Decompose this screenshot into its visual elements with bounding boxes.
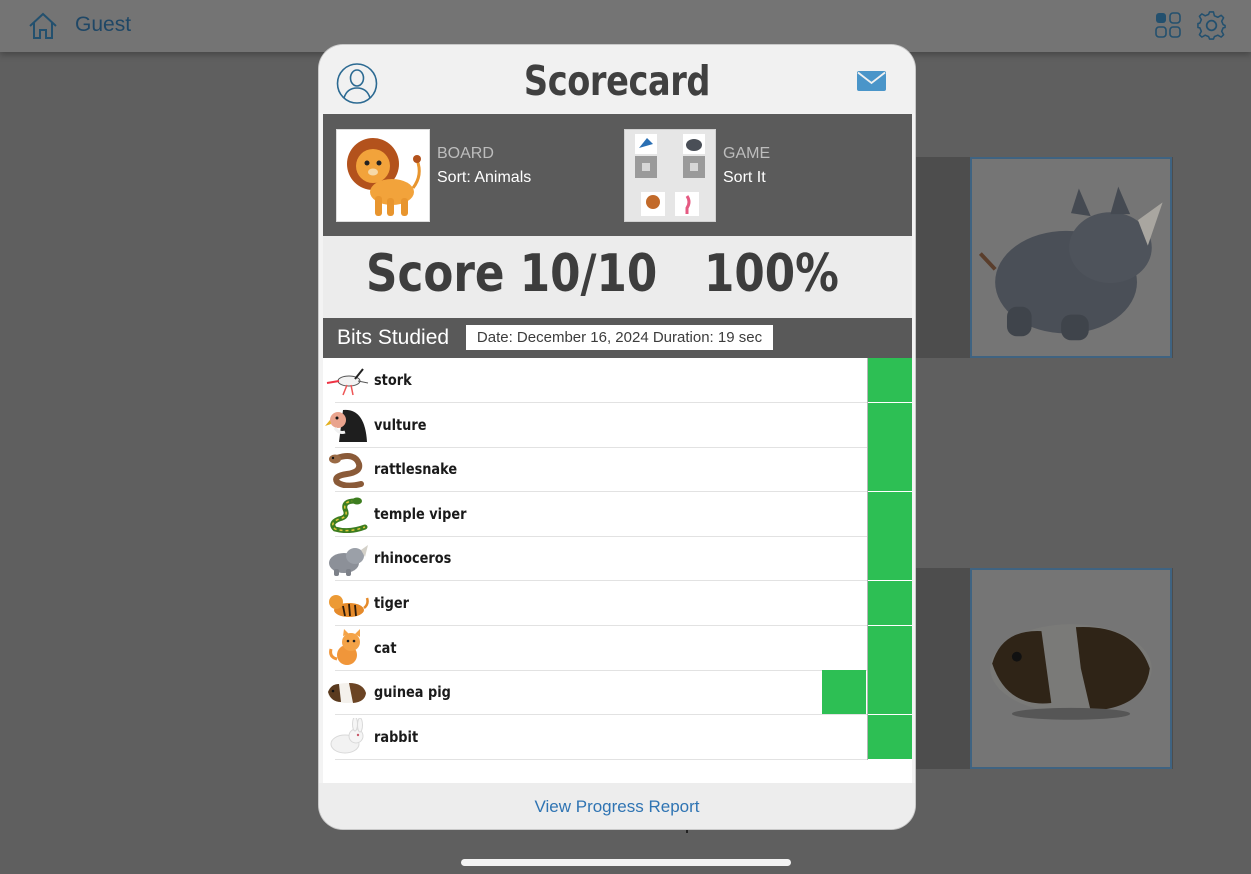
session-info: Date: December 16, 2024 Duration: 19 sec	[466, 325, 773, 350]
correct-cell	[868, 447, 912, 492]
rabbit-icon	[330, 717, 364, 754]
game-thumbnail	[624, 129, 716, 222]
item-label: temple viper	[374, 504, 467, 523]
mail-icon[interactable]	[857, 71, 886, 91]
user-name-label[interactable]: Guest	[75, 13, 131, 37]
rhinoceros-tile[interactable]	[970, 157, 1172, 358]
list-item[interactable]: stork	[323, 358, 912, 403]
rhinoceros-icon	[978, 186, 1163, 341]
list-item[interactable]: tiger	[323, 581, 912, 626]
scorecard-dialog: Scorecard BOARD Sort: Animals GAME Sort …	[319, 45, 915, 829]
correct-cell	[868, 670, 912, 715]
list-item[interactable]: rattlesnake	[323, 447, 912, 493]
item-label: stork	[374, 371, 412, 389]
item-label: cat	[374, 638, 397, 657]
vulture-icon	[325, 409, 367, 442]
correct-cell	[868, 536, 912, 581]
gear-icon[interactable]	[1196, 10, 1227, 41]
scorecard-header: Scorecard	[319, 45, 915, 113]
board-value: Sort: Animals	[437, 169, 532, 186]
view-progress-report-link[interactable]: View Progress Report	[319, 797, 915, 817]
correct-cell	[868, 402, 912, 447]
bits-studied-title: Bits Studied	[337, 326, 450, 349]
item-label: rhinoceros	[374, 549, 452, 568]
list-item[interactable]: guinea pig	[323, 670, 912, 716]
home-icon[interactable]	[28, 12, 58, 40]
correct-cell	[868, 625, 912, 670]
board-thumbnail	[336, 129, 430, 222]
guinea-pig-icon	[328, 683, 366, 704]
correct-cell	[868, 491, 912, 536]
sort-it-game-icon	[635, 134, 705, 216]
rhinoceros-icon	[329, 545, 368, 577]
correct-cell	[868, 358, 912, 402]
temple-viper-icon	[330, 497, 368, 533]
list-item[interactable]: rhinoceros	[323, 536, 912, 582]
item-label: rattlesnake	[374, 460, 458, 479]
score-panel: Score 10/10 100%	[323, 236, 912, 318]
guinea-pig-icon	[990, 624, 1152, 720]
item-label: guinea pig	[374, 683, 451, 702]
correct-cell	[868, 581, 912, 625]
grid-icon[interactable]	[1155, 12, 1181, 38]
scorecard-title: Scorecard	[523, 57, 711, 105]
cat-icon	[329, 628, 360, 665]
board-game-info: BOARD Sort: Animals GAME Sort It	[323, 114, 912, 236]
scorecard-footer: View Progress Report	[319, 783, 915, 829]
list-item[interactable]: cat	[323, 625, 912, 671]
list-item[interactable]: rabbit	[323, 714, 912, 760]
correct-cell	[822, 670, 866, 715]
lion-icon	[347, 138, 421, 216]
board-label: BOARD	[437, 145, 494, 162]
bits-studied-bar: Bits Studied Date: December 16, 2024 Dur…	[323, 318, 912, 358]
stork-icon	[326, 368, 369, 396]
item-label: tiger	[374, 594, 409, 612]
item-label: vulture	[374, 415, 427, 434]
rattlesnake-icon	[329, 453, 364, 489]
list-item[interactable]: temple viper	[323, 491, 912, 537]
guinea-pig-tile[interactable]	[970, 568, 1172, 769]
game-value: Sort It	[723, 169, 766, 186]
item-label: rabbit	[374, 727, 419, 746]
home-indicator[interactable]	[461, 859, 791, 866]
game-label: GAME	[723, 145, 771, 162]
score-text: Score 10/10	[366, 244, 658, 304]
row-separator	[335, 758, 867, 760]
correct-cell	[868, 714, 912, 759]
score-percent: 100%	[704, 244, 839, 304]
tiger-icon	[329, 595, 369, 617]
list-item[interactable]: vulture	[323, 402, 912, 448]
bits-list: stork vulture rattlesnake temple viper r…	[323, 358, 912, 783]
